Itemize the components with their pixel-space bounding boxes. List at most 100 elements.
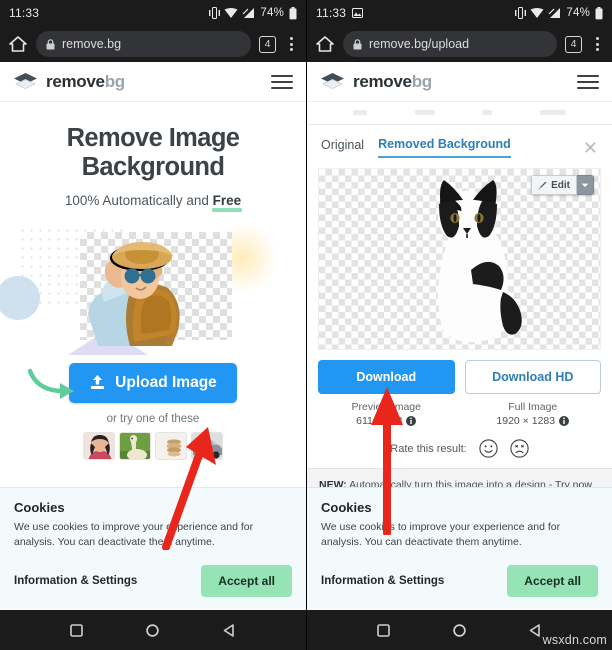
status-bar-left: 11:33 74% <box>0 0 306 26</box>
tab-removed-background[interactable]: Removed Background <box>378 137 511 158</box>
upload-section: Upload Image or try one of these <box>0 362 306 460</box>
logo-text: removebg <box>353 71 432 91</box>
info-icon[interactable] <box>559 416 570 427</box>
try-samples-label: or try one of these <box>106 412 200 425</box>
home-circle-icon[interactable] <box>452 623 467 638</box>
sample-thumb-car[interactable] <box>191 431 223 460</box>
information-settings-link[interactable]: Information & Settings <box>14 575 137 587</box>
home-icon[interactable] <box>315 34 335 54</box>
back-triangle-icon[interactable] <box>222 623 237 638</box>
right-phone-panel: 11:33 74% remove.bg/upload 4 removebg Or… <box>306 0 612 650</box>
lock-icon <box>46 38 55 49</box>
status-time: 11:33 <box>316 6 347 20</box>
tab-original[interactable]: Original <box>321 138 364 157</box>
blue-blob-decoration <box>0 275 40 320</box>
status-right-icons: 74% <box>209 6 297 20</box>
tab-count-button[interactable]: 4 <box>565 35 582 53</box>
layers-logo-icon <box>321 73 344 90</box>
cellular-signal-icon <box>548 8 561 18</box>
download-hd-column: Download HD Full Image 1920 × 1283 <box>464 360 601 427</box>
close-icon[interactable]: ✕ <box>583 139 598 157</box>
hero-illustration <box>0 221 294 355</box>
download-preview-dimensions: 611 × 408 <box>318 415 455 427</box>
car-thumbnail-image <box>192 432 222 459</box>
download-preview-column: Download Preview Image 611 × 408 <box>318 360 455 427</box>
home-circle-icon[interactable] <box>145 623 160 638</box>
edit-button[interactable]: Edit <box>531 175 577 195</box>
cookie-actions: Information & Settings Accept all <box>321 565 598 597</box>
vibrate-icon <box>209 7 221 19</box>
logo-text: removebg <box>46 71 125 91</box>
recents-square-icon[interactable] <box>376 623 391 638</box>
back-triangle-icon[interactable] <box>528 623 543 638</box>
status-bar-right: 11:33 74% <box>307 0 612 26</box>
upload-button-label: Upload Image <box>115 373 217 391</box>
cookie-title: Cookies <box>321 499 372 515</box>
accept-all-button[interactable]: Accept all <box>507 565 598 597</box>
sample-thumb-woman[interactable] <box>83 431 115 460</box>
rate-result-row: Rate this result: <box>307 427 612 468</box>
layers-logo-icon <box>14 73 37 90</box>
woman-thumbnail-image <box>84 432 114 459</box>
dual-screenshot-stage: 11:33 74% remove.bg 4 removebg Remove Im… <box>0 0 612 650</box>
rate-result-label: Rate this result: <box>390 442 467 455</box>
address-bar[interactable]: remove.bg <box>36 31 251 57</box>
cookie-banner-right: Cookies We use cookies to improve your e… <box>307 486 612 610</box>
download-hd-button[interactable]: Download HD <box>464 360 601 394</box>
home-icon[interactable] <box>8 34 28 54</box>
battery-percent: 74% <box>566 7 590 19</box>
menu-hamburger-icon[interactable] <box>577 74 599 89</box>
recents-square-icon[interactable] <box>69 623 84 638</box>
edit-dropdown-chevron-down-icon[interactable] <box>577 175 594 195</box>
android-nav-bar-left <box>0 610 306 650</box>
status-notification-icons <box>352 8 364 18</box>
accept-all-button[interactable]: Accept all <box>201 565 292 597</box>
download-button[interactable]: Download <box>318 360 455 394</box>
left-phone-panel: 11:33 74% remove.bg 4 removebg Remove Im… <box>0 0 306 650</box>
cellular-signal-icon <box>242 8 255 18</box>
sad-face-icon[interactable] <box>510 439 529 458</box>
hero-section: Remove Image Background 100% Automaticall… <box>0 102 306 208</box>
product-thumbnail-image <box>156 432 186 459</box>
cookie-banner-left: Cookies We use cookies to improve your e… <box>0 486 306 610</box>
vibrate-icon <box>515 7 527 19</box>
address-bar[interactable]: remove.bg/upload <box>343 31 557 57</box>
download-actions: Download Preview Image 611 × 408 Downloa… <box>307 350 612 427</box>
menu-hamburger-icon[interactable] <box>271 74 293 89</box>
chevron-down-icon <box>581 183 589 187</box>
wifi-icon <box>224 8 238 18</box>
cookie-actions: Information & Settings Accept all <box>14 565 292 597</box>
result-preview-area: Edit <box>318 168 601 350</box>
status-time: 11:33 <box>9 6 40 20</box>
sample-thumbnails <box>0 431 306 460</box>
info-icon[interactable] <box>406 416 417 427</box>
status-right-icons: 74% <box>515 6 603 20</box>
wifi-icon <box>530 8 544 18</box>
removebg-logo[interactable]: removebg <box>320 72 432 92</box>
upload-icon <box>91 375 105 390</box>
overflow-menu-icon[interactable] <box>284 37 298 51</box>
happy-face-icon[interactable] <box>479 439 498 458</box>
cat-cutout-image <box>438 180 522 342</box>
page-title: Remove Image Background <box>66 124 240 182</box>
tab-count-button[interactable]: 4 <box>259 35 276 53</box>
information-settings-link[interactable]: Information & Settings <box>321 575 444 587</box>
result-tabs: Original Removed Background ✕ <box>307 125 612 158</box>
battery-percent: 74% <box>260 7 284 19</box>
overflow-menu-icon[interactable] <box>590 37 604 51</box>
woman-cutout-image <box>88 241 180 346</box>
watermark-text: wsxdn.com <box>542 633 607 647</box>
removebg-logo[interactable]: removebg <box>13 72 125 92</box>
cookie-body: We use cookies to improve your experienc… <box>321 520 561 549</box>
scrolled-partial-row <box>307 104 612 120</box>
upload-image-button[interactable]: Upload Image <box>69 362 237 403</box>
green-pointer-arrow-annotation <box>27 368 74 399</box>
sample-thumb-llama[interactable] <box>119 431 151 460</box>
edit-button-label: Edit <box>551 179 570 191</box>
edit-button-group: Edit <box>531 175 594 195</box>
site-header-left: removebg <box>0 62 306 102</box>
battery-icon <box>595 6 603 19</box>
sample-thumb-product[interactable] <box>155 431 187 460</box>
url-text: remove.bg/upload <box>369 37 470 51</box>
screenshot-notification-icon <box>352 8 364 18</box>
